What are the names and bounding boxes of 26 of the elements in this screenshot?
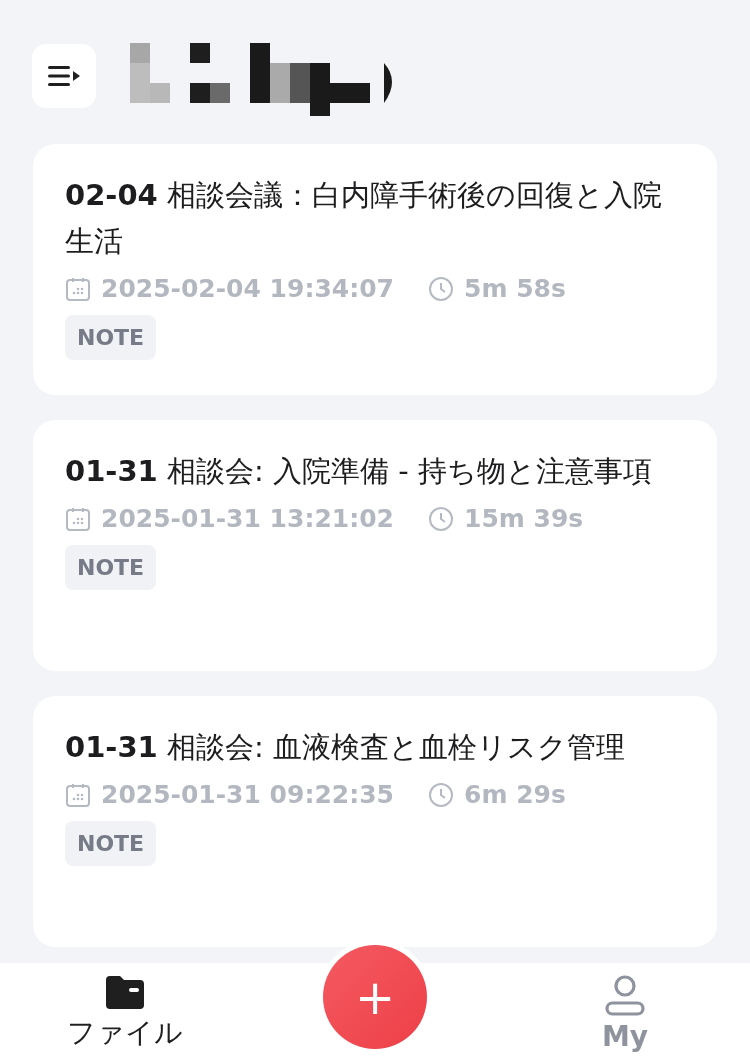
folder-icon [104,974,146,1010]
recording-card[interactable]: 01-31 相談会: 血液検査と血栓リスク管理 2025-01-31 09:22:35 6m 29s NOTE [33,696,717,947]
recording-datetime: 2025-02-04 19:34:07 [101,274,394,303]
note-tag: NOTE [65,545,157,590]
clock-icon [428,505,454,532]
person-icon [604,973,646,1016]
recording-title: 01-31 相談会: 入院準備 - 持ち物と注意事項 [65,453,652,490]
calendar-icon [65,275,91,302]
recording-title: 02-04 相談会議：白内障手術後の回復と入院生活 [65,177,663,260]
recording-datetime: 2025-01-31 13:21:02 [101,504,394,533]
note-tag: NOTE [65,315,157,360]
recording-duration: 15m 39s [464,504,584,533]
recording-datetime: 2025-01-31 09:22:35 [101,780,394,809]
note-tag: NOTE [65,821,157,866]
recording-card[interactable]: 02-04 相談会議：白内障手術後の回復と入院生活 2025-02-04 19:34:07 5m 58s NOTE [33,144,717,395]
clock-icon [428,275,454,302]
calendar-icon [65,781,91,808]
recording-title: 01-31 相談会: 血液検査と血栓リスク管理 [65,729,625,766]
recording-card[interactable]: 01-31 相談会: 入院準備 - 持ち物と注意事項 2025-01-31 13:21:02 15m 39s NOTE [33,420,717,671]
menu-icon [46,64,82,88]
menu-button[interactable] [32,44,96,108]
nav-tab[interactable]: ファイル [67,974,183,1052]
calendar-icon [65,505,91,532]
clock-icon [428,781,454,808]
recording-duration: 6m 29s [464,780,566,809]
recording-duration: 5m 58s [464,274,566,303]
